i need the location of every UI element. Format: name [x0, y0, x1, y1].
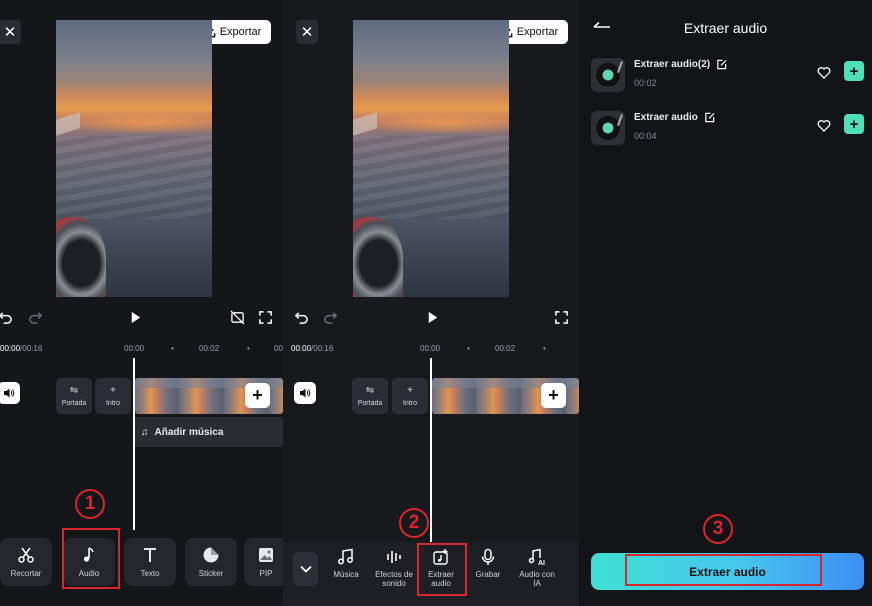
mute-clip-button[interactable] [294, 382, 316, 404]
time-readout: 00:00/00:16 [0, 344, 43, 353]
plus-icon: + [407, 385, 413, 396]
keyframe-off-icon [229, 309, 245, 325]
fullscreen-button[interactable] [257, 309, 273, 325]
plus-icon: + [849, 62, 859, 80]
redo-icon [323, 311, 337, 324]
tool-grabar[interactable]: Grabar [466, 548, 510, 596]
tool-recortar[interactable]: Recortar [0, 538, 52, 586]
waveform-icon [387, 551, 401, 563]
cover-tile[interactable]: ⇋ Portada [56, 378, 92, 414]
tool-texto[interactable]: Texto [124, 538, 176, 586]
playhead[interactable] [430, 358, 432, 544]
svg-text:AI: AI [538, 560, 545, 566]
intro-tile[interactable]: + Intro [392, 378, 428, 414]
microphone-icon [481, 548, 495, 565]
swap-icon: ⇋ [365, 385, 375, 396]
chevron-down-icon [299, 565, 312, 573]
tool-musica[interactable]: Música [324, 548, 368, 596]
audio-list-item[interactable]: Extraer audio(2) 00:02 + [591, 58, 866, 94]
cover-tile[interactable]: ⇋ Portada [352, 378, 388, 414]
scissors-icon [18, 547, 34, 563]
audio-name: Extraer audio [634, 112, 715, 123]
fullscreen-button[interactable] [553, 309, 569, 325]
speaker-icon [4, 388, 15, 398]
vinyl-record-icon [591, 111, 625, 145]
text-icon [144, 548, 156, 562]
plus-icon: + [110, 385, 116, 396]
heart-icon[interactable] [817, 66, 831, 80]
add-clip-button[interactable]: + [245, 383, 270, 408]
tool-efectos-de-sonido[interactable]: Efectos de sonido [372, 548, 416, 596]
plus-icon: + [548, 385, 559, 405]
keyframe-off-button[interactable] [229, 309, 245, 325]
video-preview[interactable] [56, 20, 212, 297]
undo-button[interactable] [0, 309, 14, 325]
play-button[interactable] [424, 309, 440, 325]
audio-duration: 00:04 [634, 131, 657, 141]
export-label: Exportar [219, 26, 262, 38]
play-button[interactable] [127, 309, 143, 325]
tool-audio-con-ia[interactable]: AI Audio con IA [515, 548, 559, 596]
ai-audio-icon: AI [528, 548, 545, 566]
add-audio-button[interactable]: + [844, 114, 864, 134]
redo-button[interactable] [321, 309, 339, 325]
add-audio-button[interactable]: + [844, 61, 864, 81]
tool-sticker[interactable]: Sticker [185, 538, 237, 586]
time-readout: 00:00/00:16 [291, 344, 334, 353]
undo-icon [0, 311, 12, 324]
editor-panel-audio: ✕ Exportar 00:00/00:16 00:00 • 00:02 • 0… [0, 0, 283, 606]
intro-tile[interactable]: + Intro [95, 378, 131, 414]
timeline-ruler: 00:00/00:16 00:00 • 00:02 • 00 [0, 344, 283, 353]
tool-pip[interactable]: PIP [244, 538, 283, 586]
export-label: Exportar [516, 26, 559, 38]
edit-icon[interactable] [716, 59, 727, 70]
redo-button[interactable] [26, 309, 44, 325]
undo-icon [294, 311, 308, 324]
highlight-audio-tool [62, 528, 120, 589]
video-preview[interactable] [353, 20, 509, 297]
audio-list-item[interactable]: Extraer audio 00:04 + [591, 111, 866, 147]
audio-name: Extraer audio(2) [634, 59, 727, 70]
play-icon [131, 311, 140, 323]
page-title: Extraer audio [683, 20, 768, 36]
redo-icon [28, 311, 42, 324]
extract-audio-panel: Extraer audio Extraer audio(2) 00:02 + E… [579, 0, 872, 606]
image-icon [259, 548, 273, 562]
close-button[interactable]: ✕ [0, 20, 21, 44]
mute-clip-button[interactable] [0, 382, 20, 404]
speaker-icon [300, 388, 311, 398]
plus-icon: + [252, 385, 263, 405]
close-button[interactable]: ✕ [296, 20, 318, 44]
close-icon: ✕ [300, 24, 314, 41]
play-icon [428, 311, 437, 323]
step-marker-3: 3 [703, 514, 733, 544]
edit-icon[interactable] [704, 112, 715, 123]
editor-panel-audio-submenu: ✕ Exportar 00:00/00:16 00:00 • 00:02 • ⇋… [283, 0, 579, 606]
fullscreen-icon [554, 310, 568, 324]
swap-icon: ⇋ [69, 385, 79, 396]
add-clip-button[interactable]: + [541, 383, 566, 408]
music-icon [338, 548, 353, 565]
heart-icon[interactable] [817, 119, 831, 133]
highlight-extract-button [625, 554, 822, 586]
collapse-button[interactable] [293, 552, 318, 586]
vinyl-record-icon [591, 58, 625, 92]
timeline-ruler: 00:00/00:16 00:00 • 00:02 • [291, 344, 546, 353]
undo-button[interactable] [292, 309, 310, 325]
fullscreen-icon [258, 310, 272, 324]
audio-duration: 00:02 [634, 78, 657, 88]
plus-icon: + [849, 115, 859, 133]
close-icon: ✕ [3, 24, 17, 41]
step-marker-1: 1 [75, 489, 105, 519]
highlight-extract-audio-tool [417, 543, 467, 596]
add-music-track[interactable]: ♫ Añadir música [135, 417, 283, 447]
music-note-icon: ♫ [141, 426, 149, 438]
sticker-icon [203, 547, 219, 563]
step-marker-2: 2 [399, 508, 429, 538]
